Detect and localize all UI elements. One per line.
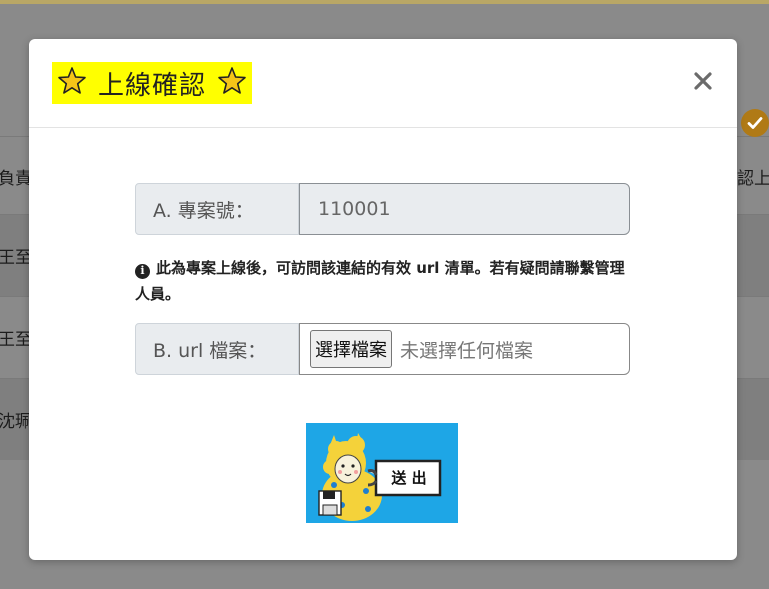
table-cell-name: 沈珮 [0,412,32,432]
close-icon [694,72,712,90]
star-icon [56,65,88,101]
url-file-group: B. url 檔案： 選擇檔案 未選擇任何檔案 [135,323,630,375]
file-status-text: 未選擇任何檔案 [400,339,534,362]
table-header-right: 認上 [737,169,769,189]
modal-title-text: 上線確認 [98,70,207,101]
modal-title: 上線確認 [52,62,253,104]
check-circle-icon [741,109,769,137]
submit-label: 送 出 [391,469,427,487]
url-help-note: i 此為專案上線後，可訪問該連結的有效 url 清單。若有疑問請聯繫管理人員。 [135,255,635,307]
url-file-input[interactable]: 選擇檔案 未選擇任何檔案 [299,323,630,375]
modal-header: 上線確認 [29,39,737,128]
choose-file-button[interactable]: 選擇檔案 [310,330,392,368]
project-number-label: A. 專案號： [135,183,299,235]
project-number-group: A. 專案號： 110001 [135,183,630,235]
star-icon [216,65,248,101]
info-icon: i [135,263,150,279]
project-number-field: 110001 [299,183,630,235]
page-top-border [0,0,769,4]
alpaca-mascot-icon [306,423,458,523]
url-file-label: B. url 檔案： [135,323,299,375]
table-cell-name: 王至 [0,330,32,350]
table-cell-name: 王至 [0,248,32,268]
url-help-text: 此為專案上線後，可訪問該連結的有效 url 清單。若有疑問請聯繫管理人員。 [135,259,625,303]
confirm-modal: 上線確認 A. 專案號： 110001 i 此為專案上線後，可訪問該連結的有效 u… [29,39,737,560]
table-header-left: 負責 [0,169,32,189]
submit-button[interactable]: 送 出 [306,423,458,523]
close-button[interactable] [689,67,717,95]
